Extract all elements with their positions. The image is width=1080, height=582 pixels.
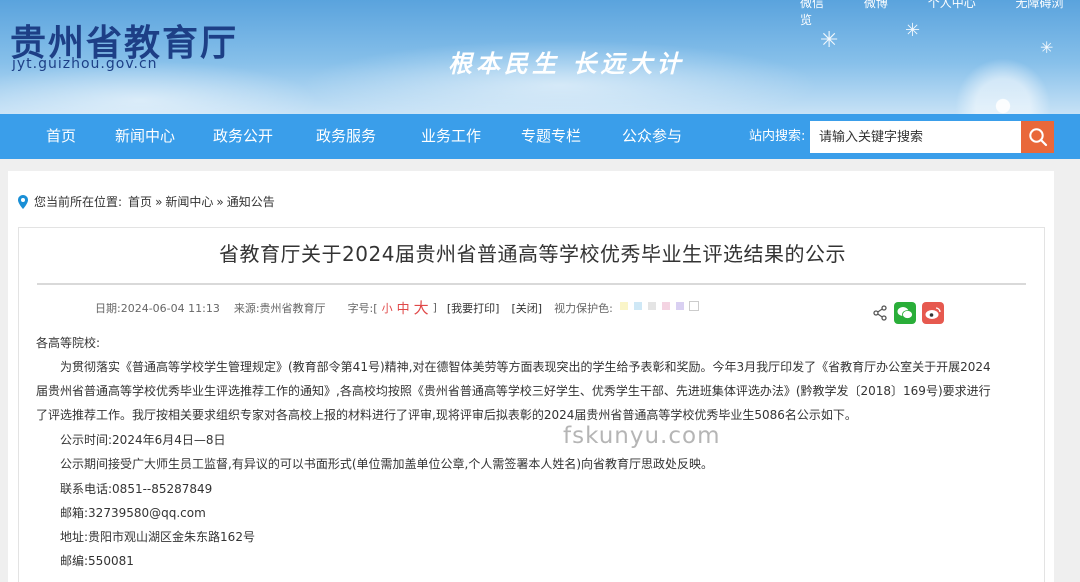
contact-email[interactable]: 邮箱:32739580@qq.com xyxy=(60,504,206,521)
dandelion-decoration xyxy=(955,58,1051,114)
eye-protect-swatches xyxy=(618,301,703,314)
share-icon[interactable] xyxy=(872,305,888,321)
paragraph-line: 了评选推荐工作。我厅按相关要求组织专家对各高校上报的材料进行了评审,现将评审后拟… xyxy=(36,408,857,422)
location-pin-icon xyxy=(18,194,28,209)
nav-item-home[interactable]: 首页 xyxy=(46,114,76,159)
font-size-small-button[interactable]: 小 xyxy=(382,300,393,316)
eye-color-swatch[interactable] xyxy=(660,301,671,311)
dandelion-seed-icon: ✳ xyxy=(820,28,839,53)
eye-color-swatch[interactable] xyxy=(674,301,685,311)
header-banner: ✳ ✳ ✳ 微信 微博 个人中心 无障碍浏览 贵州省教育厅 jyt.guizho… xyxy=(0,0,1080,114)
breadcrumb-separator: » xyxy=(216,194,224,209)
eye-color-swatch[interactable] xyxy=(688,301,699,311)
nav-item-gov-services[interactable]: 政务服务 xyxy=(316,114,376,159)
breadcrumb-separator: » xyxy=(155,194,163,209)
nav-item-gov-affairs[interactable]: 政务公开 xyxy=(213,114,273,159)
nav-item-topics[interactable]: 专题专栏 xyxy=(521,114,581,159)
eye-protect-label: 视力保护色: xyxy=(554,301,613,315)
contact-phone: 联系电话:0851--85287849 xyxy=(60,482,213,496)
wechat-icon[interactable] xyxy=(894,302,916,324)
share-bar xyxy=(872,302,944,324)
breadcrumb-notices[interactable]: 通知公告 xyxy=(227,193,275,210)
title-divider xyxy=(37,283,1026,285)
close-link[interactable]: [关闭] xyxy=(511,300,542,316)
paragraph-line: 届贵州省普通高等学校优秀毕业生评选推荐工作的通知》,各高校均按照《贵州省普通高等… xyxy=(36,384,991,398)
breadcrumb: 您当前所在位置: 首页 » 新闻中心 » 通知公告 xyxy=(18,193,275,210)
article-meta: 日期:2024-06-04 11:13 来源:贵州省教育厅 字号:[ 小 中 大… xyxy=(95,297,703,318)
supervision-note: 公示期间接受广大师生员工监督,有异议的可以书面形式(单位需加盖单位公章,个人需签… xyxy=(60,457,713,471)
eye-color-swatch[interactable] xyxy=(618,301,629,311)
nav-item-business[interactable]: 业务工作 xyxy=(421,114,481,159)
top-link-weibo[interactable]: 微博 xyxy=(864,0,888,10)
eye-color-swatch[interactable] xyxy=(646,301,657,311)
search-icon xyxy=(1028,128,1047,147)
article-date: 日期:2024-06-04 11:13 xyxy=(95,301,220,315)
font-size-medium-button[interactable]: 中 xyxy=(397,298,410,317)
breadcrumb-home[interactable]: 首页 xyxy=(128,193,152,210)
paragraph-line: 为贯彻落实《普通高等学校学生管理规定》(教育部令第41号)精神,对在德智体美劳等… xyxy=(60,360,991,374)
article-title: 省教育厅关于2024届贵州省普通高等学校优秀毕业生评选结果的公示 xyxy=(219,242,846,266)
font-size-label: 字号:[ xyxy=(347,301,378,315)
print-link[interactable]: [我要打印] xyxy=(447,300,500,316)
top-link-wechat[interactable]: 微信 xyxy=(800,0,824,10)
breadcrumb-label: 您当前所在位置: xyxy=(34,195,123,209)
search-button[interactable] xyxy=(1021,121,1054,153)
watermark: fskunyu.com xyxy=(563,423,721,449)
breadcrumb-news[interactable]: 新闻中心 xyxy=(165,193,213,210)
nav-item-news[interactable]: 新闻中心 xyxy=(115,114,175,159)
weibo-icon[interactable] xyxy=(922,302,944,324)
contact-address: 地址:贵阳市观山湖区金朱东路162号 xyxy=(60,530,255,544)
eye-color-swatch[interactable] xyxy=(632,301,643,311)
site-slogan: 根本民生 长远大计 xyxy=(448,49,685,78)
search-label: 站内搜索: xyxy=(749,129,806,144)
dandelion-seed-icon: ✳ xyxy=(1040,38,1054,57)
contact-postcode: 邮编:550081 xyxy=(60,554,134,568)
wechat-bubble-icon xyxy=(897,307,913,319)
salutation: 各高等院校: xyxy=(36,336,101,350)
nav-item-participation[interactable]: 公众参与 xyxy=(622,114,682,159)
article-source: 来源:贵州省教育厅 xyxy=(233,301,326,315)
site-domain: jyt.guizhou.gov.cn xyxy=(12,56,158,72)
top-links: 微信 微博 个人中心 无障碍浏览 xyxy=(800,0,1080,28)
weibo-logo-icon xyxy=(925,307,941,319)
font-size-bracket: ] xyxy=(432,301,437,314)
search-input[interactable] xyxy=(810,121,1022,153)
top-link-user-center[interactable]: 个人中心 xyxy=(928,0,976,10)
notice-period: 公示时间:2024年6月4日—8日 xyxy=(60,433,226,447)
font-size-large-button[interactable]: 大 xyxy=(414,297,429,318)
